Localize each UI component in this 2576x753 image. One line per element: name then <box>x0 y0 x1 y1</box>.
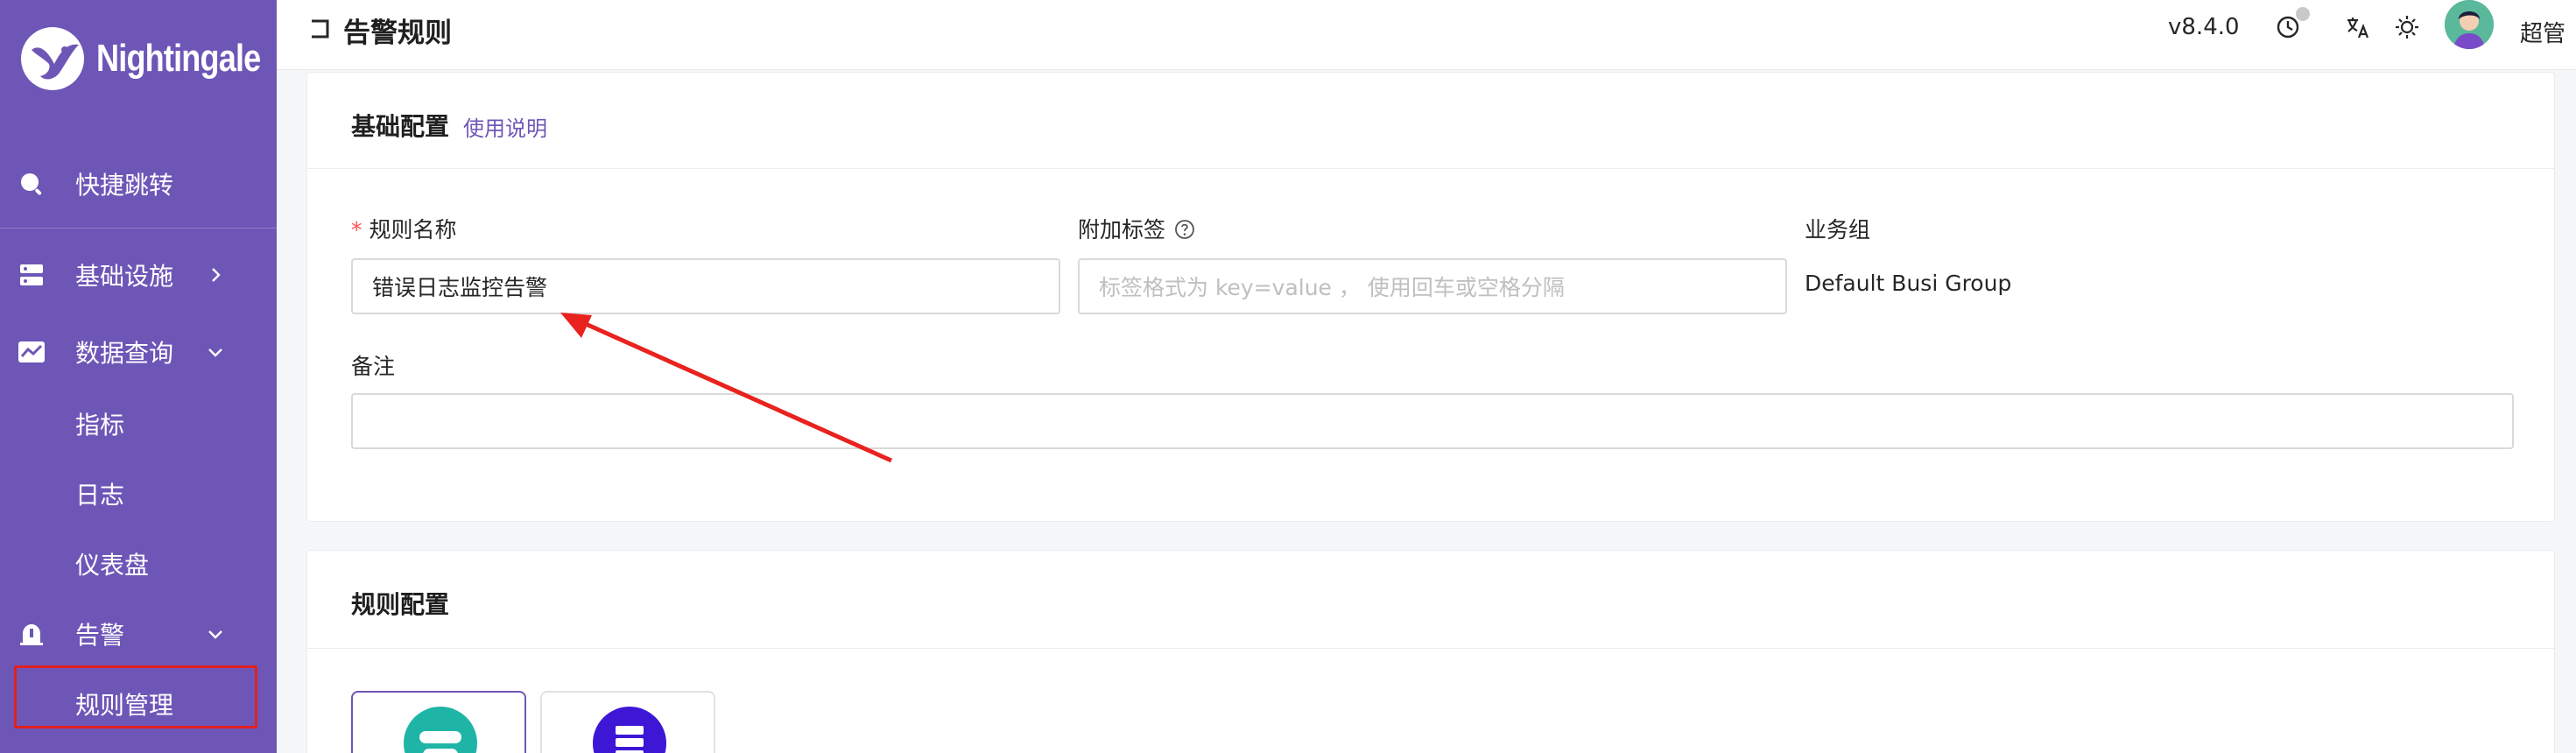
sidebar-item-data-query[interactable]: 数据查询 <box>0 324 277 380</box>
usage-guide-link[interactable]: 使用说明 <box>463 111 547 142</box>
sidebar-subitem-rule-management[interactable]: 规则管理 <box>75 676 173 732</box>
rule-config-card: 规则配置 <box>306 550 2555 753</box>
server-icon <box>18 261 46 289</box>
tags-label: 附加标签 <box>1078 213 1195 244</box>
sidebar-item-label: 告警 <box>75 621 125 650</box>
chevron-right-icon <box>212 268 221 282</box>
basic-config-title: 基础配置 <box>351 112 450 141</box>
sidebar-item-quick-jump[interactable]: 快捷跳转 <box>0 156 277 212</box>
basic-config-card: 基础配置 使用说明 * 规则名称 错误日志监控告警 附加标签 标签格式为 key=… <box>306 72 2555 522</box>
tags-input[interactable]: 标签格式为 key=value ， 使用回车或空格分隔 <box>1078 258 1787 314</box>
sidebar-item-alerts[interactable]: 告警 <box>0 606 277 662</box>
help-circle-icon[interactable] <box>1174 219 1195 240</box>
chart-icon <box>18 338 46 366</box>
database-source-icon <box>593 707 666 753</box>
required-mark: * <box>351 217 362 243</box>
page-title: 告警规则 <box>343 18 452 49</box>
sidebar-subitem-metrics[interactable]: 指标 <box>75 396 124 452</box>
user-avatar-icon <box>2445 0 2494 49</box>
username-label[interactable]: 超管 <box>2520 16 2565 48</box>
back-icon[interactable] <box>306 16 333 42</box>
nightingale-logo-icon <box>21 27 84 90</box>
sidebar-item-label: 基础设施 <box>75 262 174 291</box>
theme-sun-icon[interactable] <box>2394 14 2420 40</box>
card-header: 规则配置 <box>307 551 2554 649</box>
sidebar-subitem-dashboards[interactable]: 仪表盘 <box>75 536 149 592</box>
translate-icon[interactable] <box>2345 14 2371 40</box>
logo[interactable]: Nightingale <box>19 21 297 96</box>
sidebar-item-infrastructure[interactable]: 基础设施 <box>0 247 277 303</box>
avatar[interactable] <box>2445 0 2494 49</box>
alarm-bell-icon <box>18 620 46 648</box>
sidebar-item-label: 快捷跳转 <box>75 171 174 200</box>
search-icon <box>18 170 46 198</box>
sidebar-divider <box>0 228 277 229</box>
top-header: 告警规则 v8.4.0 超管 <box>277 0 2576 70</box>
rule-name-input[interactable]: 错误日志监控告警 <box>351 258 1060 314</box>
log-source-icon <box>404 707 477 753</box>
chevron-down-icon <box>208 348 222 357</box>
note-input[interactable] <box>351 393 2514 449</box>
sidebar-item-label: 数据查询 <box>75 339 174 368</box>
business-group-label: 业务组 <box>1805 217 1871 243</box>
card-header: 基础配置 使用说明 <box>307 73 2554 169</box>
version-label: v8.4.0 <box>2168 14 2240 40</box>
rule-name-label: * 规则名称 <box>351 217 457 243</box>
sidebar: Nightingale 快捷跳转 基础设施 数据查询 指标 日志 仪表盘 告警 … <box>0 0 277 753</box>
rule-config-title: 规则配置 <box>351 590 450 619</box>
chevron-down-icon <box>208 630 222 639</box>
notification-dot <box>2296 7 2310 21</box>
note-label: 备注 <box>351 354 396 379</box>
app-name: Nightingale <box>96 37 261 80</box>
datasource-type-option-selected[interactable] <box>351 691 526 753</box>
datasource-type-option[interactable] <box>540 691 715 753</box>
sidebar-subitem-logs[interactable]: 日志 <box>75 466 124 522</box>
business-group-value[interactable]: Default Busi Group <box>1805 271 2011 296</box>
